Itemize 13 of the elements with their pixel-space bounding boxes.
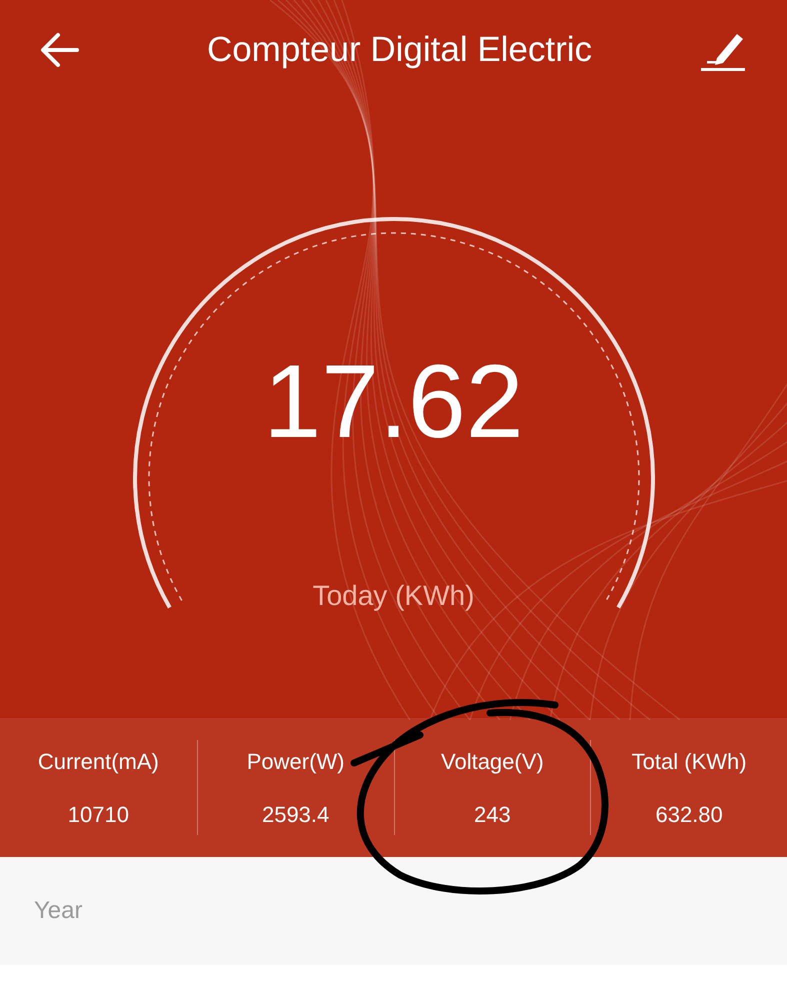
stat-label: Total (KWh) [632, 748, 747, 776]
gauge-label: Today (KWh) [312, 579, 476, 613]
stat-label: Power(W) [246, 748, 345, 776]
stat-value: 243 [474, 800, 511, 828]
stat-value: 10710 [68, 800, 129, 828]
period-label[interactable]: Year [34, 893, 82, 929]
gauge-reading: 17.62 [262, 350, 525, 454]
page-title: Compteur Digital Electric [206, 28, 592, 71]
back-arrow-icon[interactable] [40, 32, 80, 68]
stat-label: Voltage(V) [441, 748, 544, 776]
stat-value: 632.80 [655, 800, 723, 828]
stat-value: 2593.4 [262, 800, 330, 828]
stat-label: Current(mA) [38, 748, 159, 776]
